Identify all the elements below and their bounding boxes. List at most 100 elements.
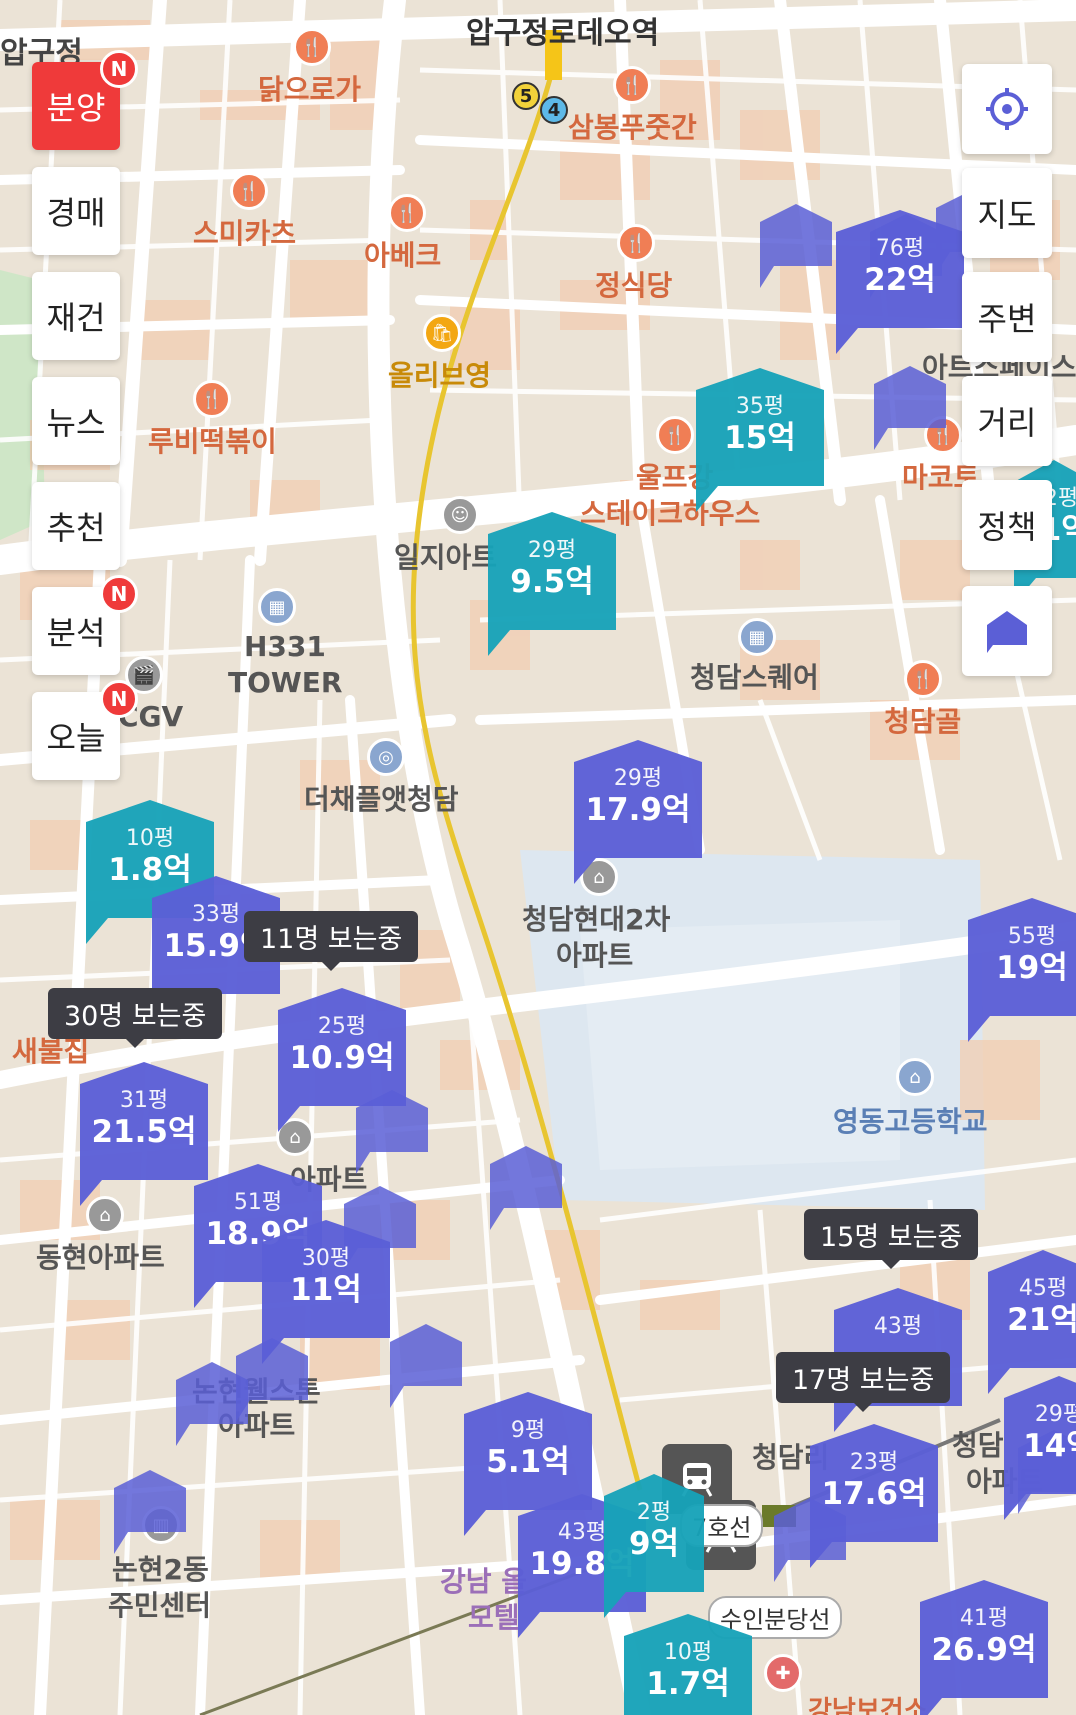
marker-area: 31평 bbox=[119, 1088, 169, 1113]
price-marker[interactable]: 55평 19억 bbox=[968, 898, 1076, 1042]
marker-price: 21억 bbox=[1007, 1302, 1076, 1338]
price-marker[interactable]: 10평 1.7억 bbox=[624, 1614, 752, 1715]
restaurant-icon: 🍴 bbox=[656, 416, 694, 454]
house-marker[interactable] bbox=[114, 1470, 186, 1558]
building-icon: ▦ bbox=[738, 618, 776, 656]
restaurant-icon: 🍴 bbox=[904, 660, 942, 698]
marker-price: 19억 bbox=[996, 950, 1068, 986]
line-5-badge: 5 bbox=[512, 82, 540, 110]
face-icon: ☺ bbox=[441, 496, 479, 534]
category-button[interactable]: 추천 bbox=[32, 482, 120, 570]
restaurant-icon: 🍴 bbox=[193, 380, 231, 418]
place-thechapel: 더채플앳청담 bbox=[304, 783, 459, 816]
house-marker[interactable] bbox=[490, 1146, 562, 1234]
place-yeongdong: 영동고등학교 bbox=[833, 1105, 988, 1138]
nearby-button[interactable]: 주변 bbox=[962, 272, 1052, 362]
price-marker[interactable]: 76평 22억 bbox=[836, 210, 964, 354]
place-hyundai2-apt: 아파트 bbox=[556, 939, 634, 972]
marker-area: 29평 bbox=[613, 766, 663, 791]
price-marker[interactable]: 2평 9억 bbox=[604, 1474, 704, 1618]
ring-icon: ◎ bbox=[367, 738, 405, 776]
place-donghyun: 동현아파트 bbox=[36, 1241, 165, 1274]
place-oliveyoung: 올리브영 bbox=[388, 359, 492, 392]
house-marker[interactable] bbox=[390, 1324, 462, 1412]
place-iljiart: 일지아트 bbox=[394, 541, 498, 574]
marker-area: 10평 bbox=[663, 1640, 713, 1665]
marker-area: 55평 bbox=[1007, 924, 1057, 949]
marker-price: 21.5억 bbox=[91, 1114, 197, 1150]
price-marker[interactable]: 30평 11억 bbox=[262, 1220, 390, 1364]
hospital-icon: ✚ bbox=[764, 1654, 802, 1692]
house-marker-icon bbox=[987, 611, 1027, 653]
restaurant-icon: 🍴 bbox=[230, 172, 268, 210]
restaurant-icon: 🍴 bbox=[613, 66, 651, 104]
marker-price: 9억 bbox=[628, 1526, 680, 1562]
category-button[interactable]: 재건 bbox=[32, 272, 120, 360]
place-health-center: 강남보건소 bbox=[808, 1696, 928, 1715]
marker-price: 5.1억 bbox=[486, 1444, 570, 1480]
marker-price: 14억 bbox=[1023, 1428, 1076, 1464]
marker-area: 9평 bbox=[510, 1418, 546, 1443]
marker-area: 23평 bbox=[849, 1450, 899, 1475]
viewer-count-tooltip: 11명 보는중 bbox=[244, 911, 419, 971]
place-rubi: 루비떡볶이 bbox=[148, 425, 277, 458]
place-chungdamsquare: 청담스퀘어 bbox=[690, 661, 819, 694]
marker-price: 11억 bbox=[290, 1272, 362, 1308]
category-button[interactable]: 뉴스 bbox=[32, 377, 120, 465]
my-location-button[interactable] bbox=[962, 64, 1052, 154]
place-dakeuroga: 닭으로가 bbox=[258, 73, 362, 106]
price-marker[interactable]: 25평 10.9억 bbox=[278, 988, 406, 1132]
place-gangnam-motel: 강남 올 bbox=[440, 1565, 528, 1598]
price-marker[interactable]: 35평 15억 bbox=[696, 368, 824, 512]
marker-area: 10평 bbox=[125, 826, 175, 851]
marker-area: 35평 bbox=[735, 394, 785, 419]
building-icon: ▦ bbox=[258, 588, 296, 626]
restaurant-icon: 🍴 bbox=[388, 194, 426, 232]
marker-price: 17.6억 bbox=[821, 1476, 927, 1512]
price-marker[interactable]: 23평 17.6억 bbox=[810, 1424, 938, 1568]
place-h331: H331 bbox=[244, 630, 326, 663]
marker-area: 29평 bbox=[1034, 1402, 1076, 1427]
crosshair-icon bbox=[986, 88, 1028, 130]
place-sambong: 삼봉푸줏간 bbox=[568, 111, 697, 144]
place-gangnam-motel-sub: 모텔 bbox=[468, 1601, 520, 1634]
place-nonhyeon2-center: 주민센터 bbox=[108, 1589, 212, 1622]
new-badge: N bbox=[100, 50, 138, 88]
map-mode-button[interactable]: 지도 bbox=[962, 168, 1052, 258]
school-icon: ⌂ bbox=[896, 1058, 934, 1096]
price-marker[interactable]: 41평 26.9억 bbox=[920, 1580, 1048, 1715]
place-smikas: 스미카츠 bbox=[193, 217, 297, 250]
marker-area: 41평 bbox=[959, 1606, 1009, 1631]
house-marker[interactable] bbox=[760, 204, 832, 292]
price-marker[interactable]: 31평 21.5억 bbox=[80, 1062, 208, 1206]
marker-area: 30평 bbox=[301, 1246, 351, 1271]
policy-button[interactable]: 정책 bbox=[962, 480, 1052, 570]
marker-area: 76평 bbox=[875, 236, 925, 261]
viewer-count-tooltip: 17명 보는중 bbox=[776, 1352, 951, 1412]
marker-price: 10.9억 bbox=[289, 1040, 395, 1076]
category-button[interactable]: 경매 bbox=[32, 167, 120, 255]
price-marker[interactable]: 29평 9.5억 bbox=[488, 512, 616, 656]
restaurant-icon: 🍴 bbox=[617, 224, 655, 262]
price-marker[interactable]: 45평 21억 bbox=[988, 1250, 1076, 1394]
marker-area: 2평 bbox=[636, 1500, 672, 1525]
place-jungsikdang: 정식당 bbox=[595, 269, 673, 302]
price-marker[interactable]: 29평 17.9억 bbox=[574, 740, 702, 884]
map-view[interactable]: 압구정로데오역 5 4 압구정 🍴 닭으로가 🍴 삼봉푸줏간 🍴 스미카츠 🍴 … bbox=[0, 0, 1076, 1715]
price-marker[interactable]: 29평14억 bbox=[1004, 1376, 1076, 1520]
marker-area: 25평 bbox=[317, 1014, 367, 1039]
marker-area: 29평 bbox=[527, 538, 577, 563]
new-badge: N bbox=[100, 575, 138, 613]
viewer-count-tooltip: 30명 보는중 bbox=[48, 988, 223, 1048]
place-abeke: 아베크 bbox=[364, 239, 442, 272]
house-marker[interactable] bbox=[874, 366, 946, 454]
marker-area: 43평 bbox=[873, 1314, 923, 1339]
restaurant-icon: 🍴 bbox=[293, 28, 331, 66]
marker-area: 45평 bbox=[1018, 1276, 1068, 1301]
viewer-count-tooltip: 15명 보는중 bbox=[804, 1209, 979, 1269]
place-h331-tower: TOWER bbox=[228, 666, 343, 699]
marker-price: 15억 bbox=[724, 420, 796, 456]
marker-filter-button[interactable] bbox=[962, 586, 1052, 676]
place-hyundai2: 청담현대2차 bbox=[522, 903, 671, 936]
distance-button[interactable]: 거리 bbox=[962, 376, 1052, 466]
